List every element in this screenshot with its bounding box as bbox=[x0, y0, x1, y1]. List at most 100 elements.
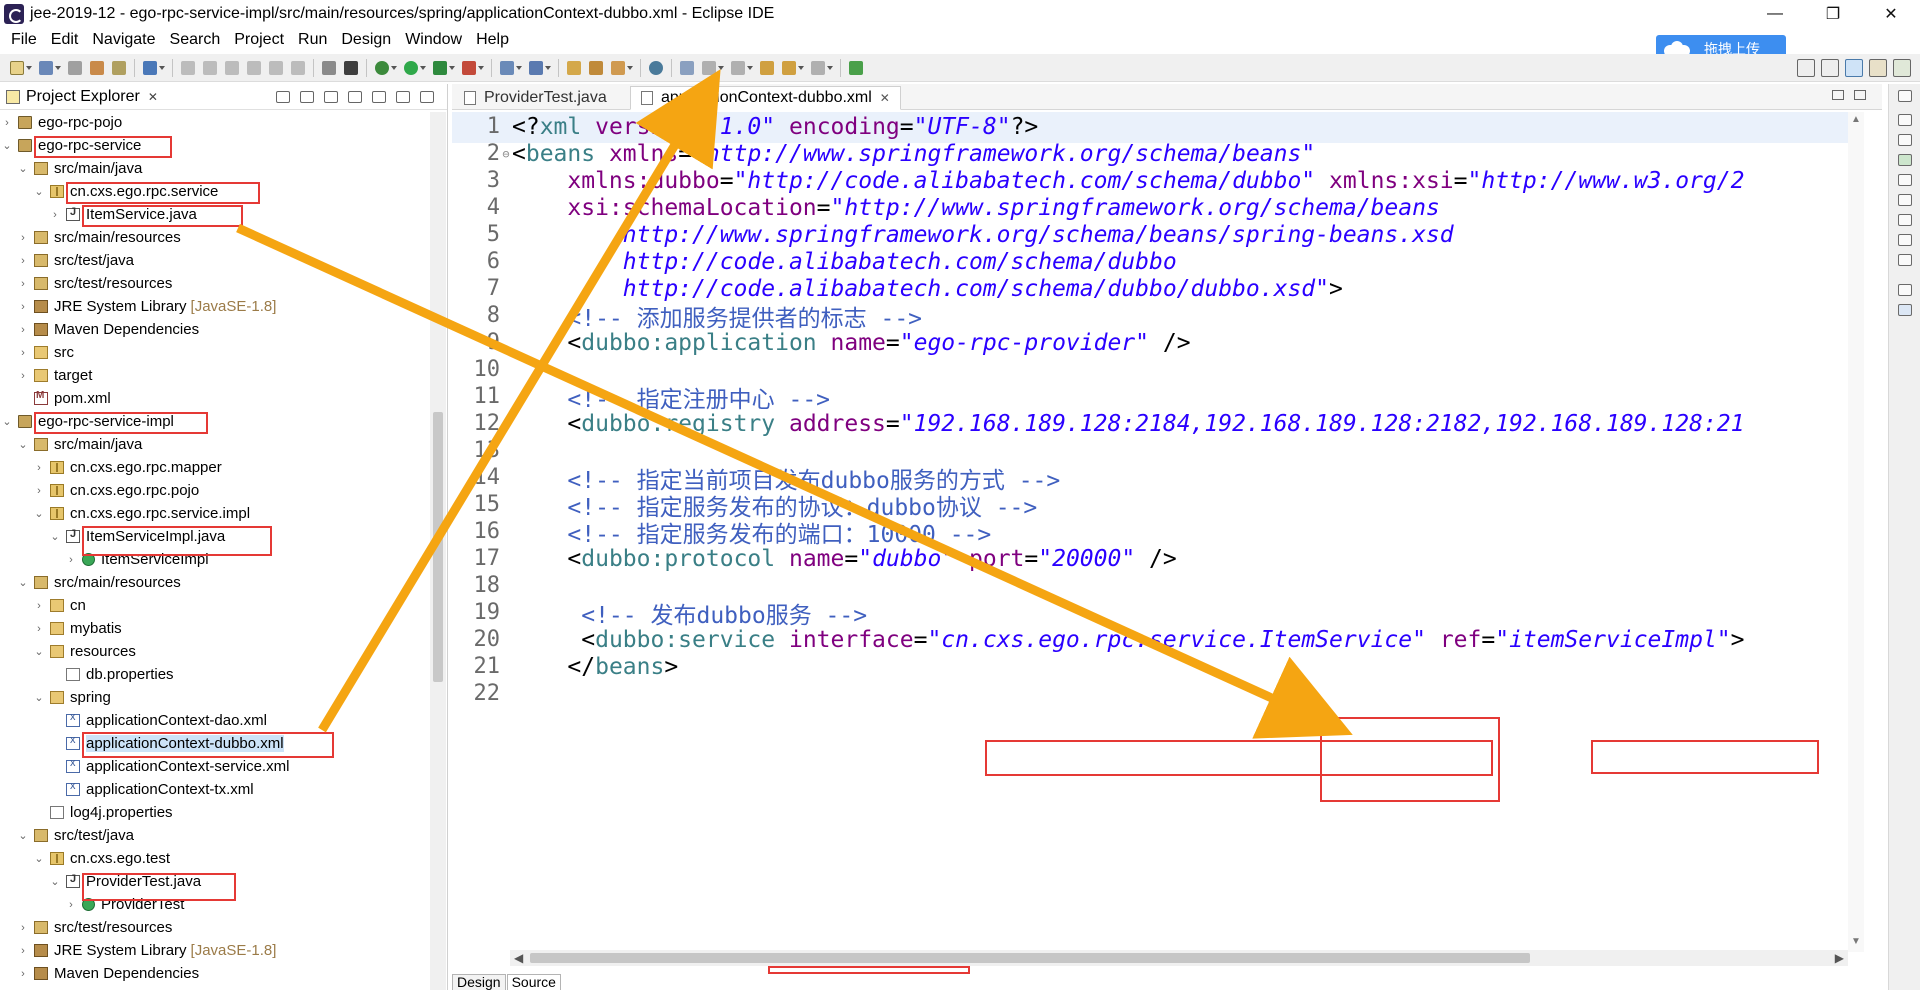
new-server-icon[interactable] bbox=[500, 60, 514, 75]
tree-item[interactable]: ⌄ src/main/resources bbox=[16, 571, 180, 594]
minimize-button[interactable]: — bbox=[1746, 0, 1804, 28]
expanded-chevron-icon[interactable]: ⌄ bbox=[32, 507, 46, 520]
globe-icon[interactable] bbox=[649, 60, 663, 75]
tree-item[interactable]: › src/test/resources bbox=[16, 916, 172, 939]
tree-item[interactable]: pom.xml bbox=[16, 387, 111, 410]
tree-item[interactable]: ⌄ ego-rpc-service bbox=[0, 134, 141, 157]
collapsed-chevron-icon[interactable]: › bbox=[16, 278, 30, 290]
collapsed-chevron-icon[interactable]: › bbox=[32, 600, 46, 612]
expanded-chevron-icon[interactable]: ⌄ bbox=[16, 438, 30, 451]
collapsed-chevron-icon[interactable]: › bbox=[16, 968, 30, 980]
maximize-view-icon[interactable] bbox=[420, 90, 434, 103]
outline-icon[interactable] bbox=[1898, 114, 1912, 126]
tree-item[interactable]: › JRE System Library [JavaSE-1.8] bbox=[16, 295, 276, 318]
coverage-icon[interactable] bbox=[433, 60, 447, 75]
collapsed-chevron-icon[interactable]: › bbox=[64, 899, 78, 911]
next-annotation-icon[interactable] bbox=[731, 60, 745, 75]
help-icon[interactable] bbox=[1898, 304, 1912, 316]
tree-item[interactable]: applicationContext-service.xml bbox=[48, 755, 289, 778]
menu-help[interactable]: Help bbox=[469, 28, 516, 52]
back-icon[interactable] bbox=[782, 60, 796, 75]
link-editor-icon[interactable] bbox=[300, 90, 314, 103]
filter-icon[interactable] bbox=[324, 90, 338, 103]
menu-navigate[interactable]: Navigate bbox=[85, 28, 162, 52]
tree-item[interactable]: ⌄ src/main/java bbox=[16, 433, 142, 456]
terminal-icon[interactable] bbox=[143, 60, 157, 75]
tree-item[interactable]: › ProviderTest bbox=[64, 893, 184, 916]
expanded-chevron-icon[interactable]: ⌄ bbox=[16, 829, 30, 842]
fold-icon[interactable]: ⊖ bbox=[500, 147, 512, 161]
menu-design[interactable]: Design bbox=[334, 28, 398, 52]
search-icon[interactable] bbox=[680, 60, 694, 75]
step-into-icon[interactable] bbox=[269, 60, 283, 75]
expanded-chevron-icon[interactable]: ⌄ bbox=[32, 645, 46, 658]
markers-icon[interactable] bbox=[1898, 174, 1912, 186]
external-tools-icon[interactable] bbox=[462, 60, 476, 75]
tree-item[interactable]: ⌄ cn.cxs.ego.test bbox=[32, 847, 170, 870]
project-explorer-scrollbar[interactable] bbox=[430, 112, 446, 990]
tree-item[interactable]: ⌄ spring bbox=[32, 686, 110, 709]
code-line[interactable]: 22 bbox=[452, 677, 1852, 710]
data-source-icon[interactable] bbox=[1898, 234, 1912, 246]
javaee-perspective-icon[interactable] bbox=[1845, 59, 1863, 77]
open-folder-icon[interactable] bbox=[567, 60, 581, 75]
tree-item[interactable]: applicationContext-dubbo.xml bbox=[48, 732, 284, 755]
close-icon[interactable]: ✕ bbox=[880, 91, 890, 105]
scrollbar-thumb[interactable] bbox=[433, 412, 443, 682]
vertical-scrollbar[interactable]: ▲ ▼ bbox=[1848, 112, 1864, 952]
expanded-chevron-icon[interactable]: ⌄ bbox=[48, 530, 62, 543]
horizontal-scrollbar[interactable]: ◀ ▶ bbox=[510, 950, 1848, 966]
tree-item[interactable]: › ItemService.java bbox=[48, 203, 197, 226]
menu-search[interactable]: Search bbox=[163, 28, 228, 52]
tree-item[interactable]: ⌄ cn.cxs.ego.rpc.service.impl bbox=[32, 502, 250, 525]
open-task-icon[interactable] bbox=[589, 60, 603, 75]
run-icon[interactable] bbox=[404, 60, 418, 75]
collapsed-chevron-icon[interactable]: › bbox=[64, 554, 78, 566]
new-icon[interactable] bbox=[10, 60, 24, 75]
tree-item[interactable]: applicationContext-tx.xml bbox=[48, 778, 254, 801]
collapsed-chevron-icon[interactable]: › bbox=[32, 462, 46, 474]
console-icon[interactable] bbox=[1898, 284, 1912, 296]
menu-run[interactable]: Run bbox=[291, 28, 334, 52]
expanded-chevron-icon[interactable]: ⌄ bbox=[16, 162, 30, 175]
tree-item[interactable]: ⌄ ego-rpc-service-impl bbox=[0, 410, 173, 433]
properties-icon[interactable] bbox=[1898, 194, 1912, 206]
tree-item[interactable]: › src/main/resources bbox=[16, 226, 181, 249]
restore-view-icon[interactable] bbox=[1898, 90, 1912, 102]
restore-button[interactable]: ❐ bbox=[1804, 0, 1862, 28]
tab-providertest[interactable]: ProviderTest.java bbox=[454, 86, 617, 110]
minimize-view-icon[interactable] bbox=[396, 90, 410, 103]
scroll-left-icon[interactable]: ◀ bbox=[514, 951, 523, 965]
tree-item[interactable]: › target bbox=[16, 364, 92, 387]
tree-item[interactable]: ⌄ src/main/java bbox=[16, 157, 142, 180]
expanded-chevron-icon[interactable]: ⌄ bbox=[0, 415, 14, 428]
close-button[interactable]: ✕ bbox=[1862, 0, 1920, 28]
debug-icon[interactable] bbox=[375, 60, 389, 75]
open-perspective-icon[interactable] bbox=[1821, 59, 1839, 77]
view-menu-icon[interactable] bbox=[372, 90, 386, 103]
servers-icon[interactable] bbox=[1898, 214, 1912, 226]
expanded-chevron-icon[interactable]: ⌄ bbox=[0, 139, 14, 152]
collapsed-chevron-icon[interactable]: › bbox=[16, 347, 30, 359]
expanded-chevron-icon[interactable]: ⌄ bbox=[16, 576, 30, 589]
focus-icon[interactable] bbox=[348, 90, 362, 103]
save-icon[interactable] bbox=[39, 60, 53, 75]
tree-item[interactable]: ⌄ ItemServiceImpl.java bbox=[48, 525, 225, 548]
tree-item[interactable]: › ItemServiceImpl bbox=[64, 548, 208, 571]
collapsed-chevron-icon[interactable]: › bbox=[32, 485, 46, 497]
expanded-chevron-icon[interactable]: ⌄ bbox=[32, 691, 46, 704]
tree-item[interactable]: › cn.cxs.ego.rpc.mapper bbox=[32, 456, 222, 479]
minimize-editor-icon[interactable] bbox=[1832, 90, 1844, 100]
new-web-icon[interactable] bbox=[529, 60, 543, 75]
tree-item[interactable]: ⌄ src/test/java bbox=[16, 824, 134, 847]
tree-item[interactable]: › cn bbox=[32, 594, 86, 617]
collapsed-chevron-icon[interactable]: › bbox=[32, 623, 46, 635]
debug-perspective-icon[interactable] bbox=[1893, 59, 1911, 77]
resume-icon[interactable] bbox=[181, 60, 195, 75]
scroll-down-icon[interactable]: ▼ bbox=[1851, 936, 1861, 947]
save-all-icon[interactable] bbox=[68, 60, 82, 75]
collapsed-chevron-icon[interactable]: › bbox=[0, 117, 14, 129]
terminate-icon[interactable] bbox=[225, 60, 239, 75]
scroll-right-icon[interactable]: ▶ bbox=[1835, 951, 1844, 965]
tree-item[interactable]: › cn.cxs.ego.rpc.pojo bbox=[32, 479, 199, 502]
